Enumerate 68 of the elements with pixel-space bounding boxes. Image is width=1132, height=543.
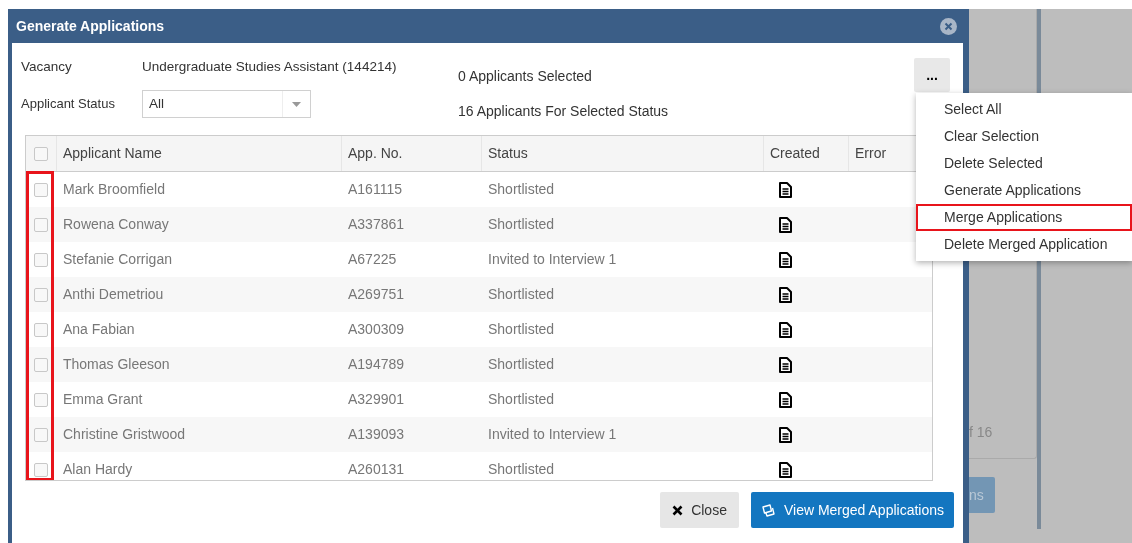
applicant-name: Thomas Gleeson [62,355,171,374]
checkbox[interactable] [34,392,48,407]
applicant-count: 0 Applicants Selected [458,67,593,86]
document-icon [779,286,792,303]
column-header[interactable]: Applicant Name [56,136,341,171]
button-fragment: ns [969,485,984,505]
status-cell-text: Shortlisted [487,355,556,374]
status-dropdown[interactable]: All [142,90,311,118]
checkbox[interactable] [34,357,48,372]
status-cell-text: Shortlisted [487,285,556,304]
status-cell-text: Shortlisted [487,180,556,199]
app-number: A260131 [347,460,406,479]
column-header[interactable]: Created [763,136,848,171]
app-number: A269751 [347,285,406,304]
applicant-name: Ana Fabian [62,320,136,339]
checkbox[interactable] [34,287,48,302]
applicant-name: Mark Broomfield [62,180,166,199]
checkbox[interactable] [34,462,48,477]
app-number: A329901 [347,390,406,409]
applicant-name: Anthi Demetriou [62,285,165,304]
close-button[interactable]: Close [660,492,739,528]
applicant-name: Alan Hardy [62,460,134,479]
vacancy-label: Vacancy [21,57,73,76]
menu-item[interactable]: Delete Merged Application [916,231,1132,258]
vacancy-value: Undergraduate Studies Assistant (144214) [142,57,397,76]
status-cell-text: Shortlisted [487,215,556,234]
document-icon [779,356,792,373]
checkbox[interactable] [34,252,48,267]
applicant-name: Emma Grant [62,390,144,409]
dialog-title: Generate Applications [16,16,165,36]
applicant-name: Christine Gristwood [62,425,187,444]
more-button[interactable]: ... [914,58,950,92]
app-number: A67225 [347,250,398,269]
app-number: A139093 [347,425,406,444]
document-icon [779,391,792,408]
app-number: A194789 [347,355,406,374]
checkbox[interactable] [34,217,48,232]
view-merged-button[interactable]: View Merged Applications [750,492,954,528]
close-icon[interactable] [940,17,957,35]
column-header[interactable]: Status [481,136,763,171]
app-number: A337861 [347,215,406,234]
caret-icon [292,101,301,107]
applicant-count: 16 Applicants For Selected Status [458,102,670,121]
app-number: A161115 [347,180,403,199]
applicant-status-label: Applicant Status [21,95,116,114]
status-cell-text: Shortlisted [487,390,556,409]
menu-item[interactable]: Merge Applications [916,204,1132,231]
status-cell-text: Invited to Interview 1 [487,425,618,444]
checkbox[interactable] [34,427,48,442]
document-icon [779,181,792,198]
status-cell-text: Shortlisted [487,320,556,339]
checkbox[interactable] [34,146,48,161]
status-cell-text: Shortlisted [487,460,556,479]
document-icon [779,321,792,338]
app-number: A300309 [347,320,406,339]
menu-item[interactable]: Generate Applications [916,177,1132,204]
applicant-name: Stefanie Corrigan [62,250,173,269]
checkbox[interactable] [34,182,48,197]
status-cell-text: Invited to Interview 1 [487,250,618,269]
checkbox[interactable] [34,322,48,337]
applicant-name: Rowena Conway [62,215,170,234]
copy-icon [760,502,777,518]
menu-item[interactable]: Select All [916,96,1132,123]
document-icon [779,216,792,233]
document-icon [779,251,792,268]
column-header[interactable]: App. No. [341,136,481,171]
document-icon [779,426,792,443]
close-icon [672,504,684,516]
